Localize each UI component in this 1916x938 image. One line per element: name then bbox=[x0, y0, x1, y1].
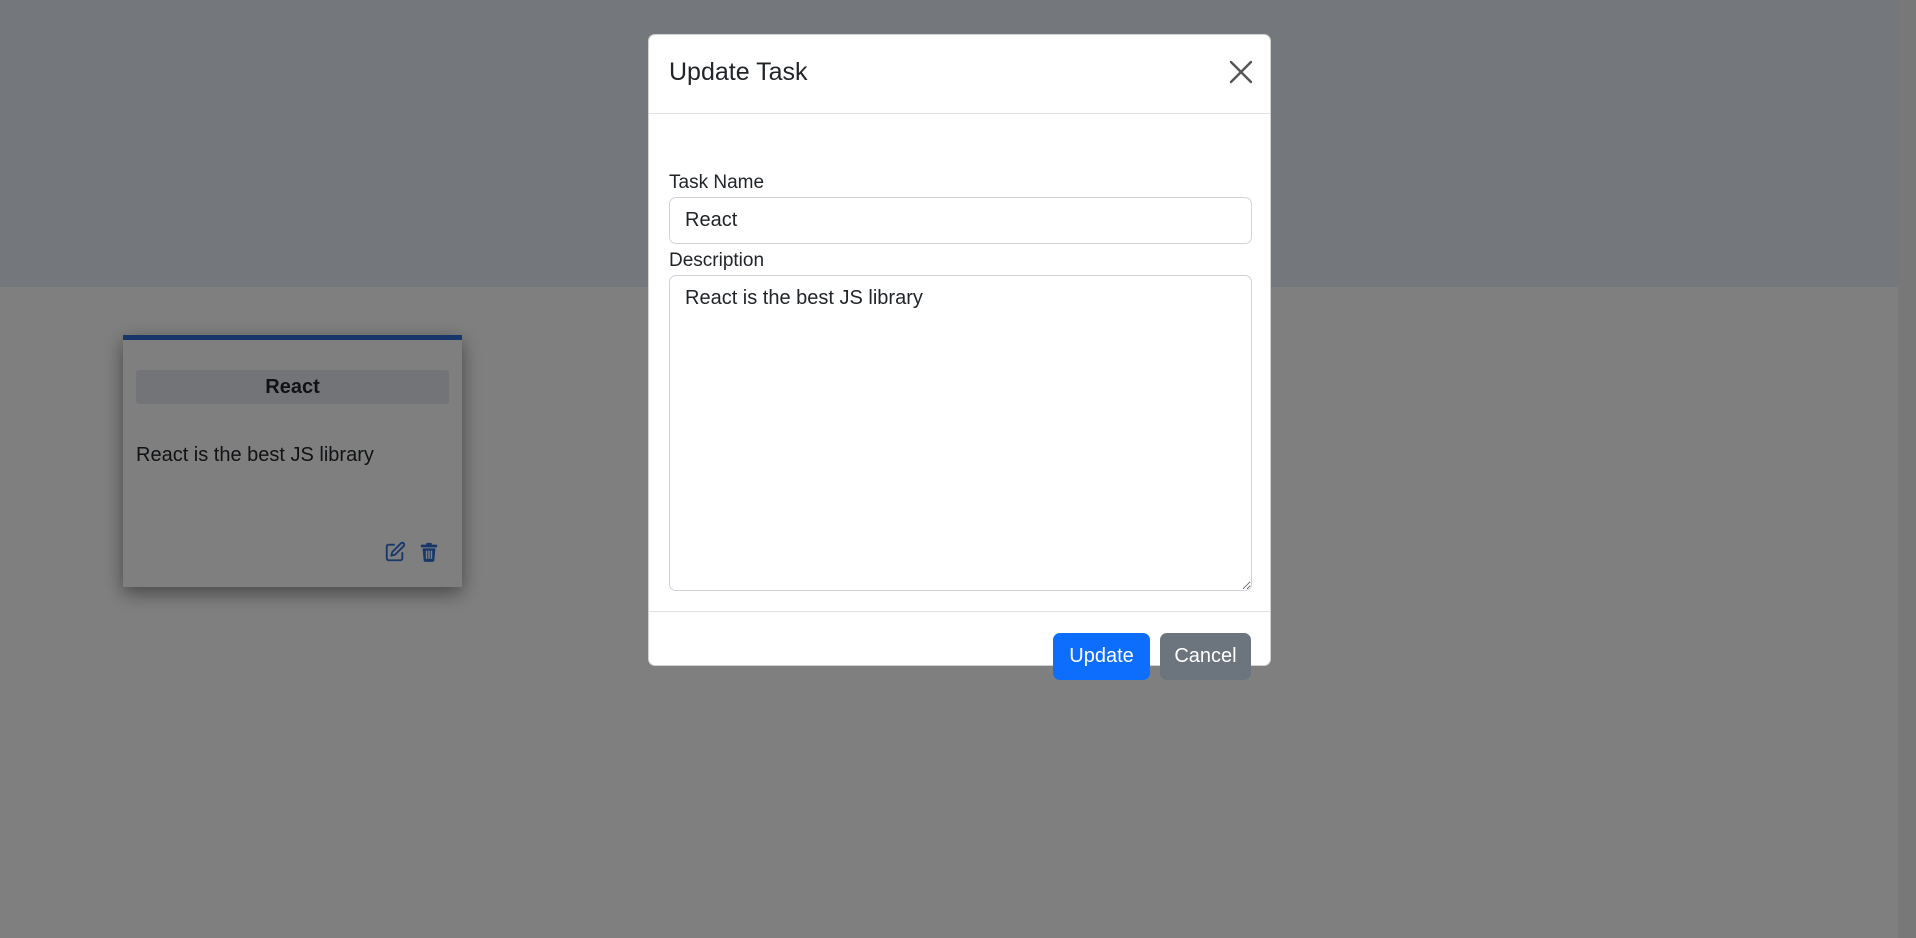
app-page: React React is the best JS library bbox=[0, 0, 1916, 938]
modal-title: Update Task bbox=[669, 58, 808, 86]
modal-header: Update Task bbox=[649, 35, 1270, 114]
task-name-label: Task Name bbox=[669, 172, 765, 193]
task-name-input[interactable] bbox=[669, 197, 1252, 244]
modal-footer bbox=[649, 611, 1270, 612]
close-icon[interactable] bbox=[1228, 59, 1254, 85]
update-button[interactable]: Update bbox=[1053, 633, 1150, 680]
update-task-modal: Update Task Task Name Description React … bbox=[648, 34, 1271, 680]
description-label: Description bbox=[669, 250, 765, 271]
cancel-button[interactable]: Cancel bbox=[1160, 633, 1251, 680]
description-textarea[interactable]: React is the best JS library bbox=[669, 275, 1252, 591]
